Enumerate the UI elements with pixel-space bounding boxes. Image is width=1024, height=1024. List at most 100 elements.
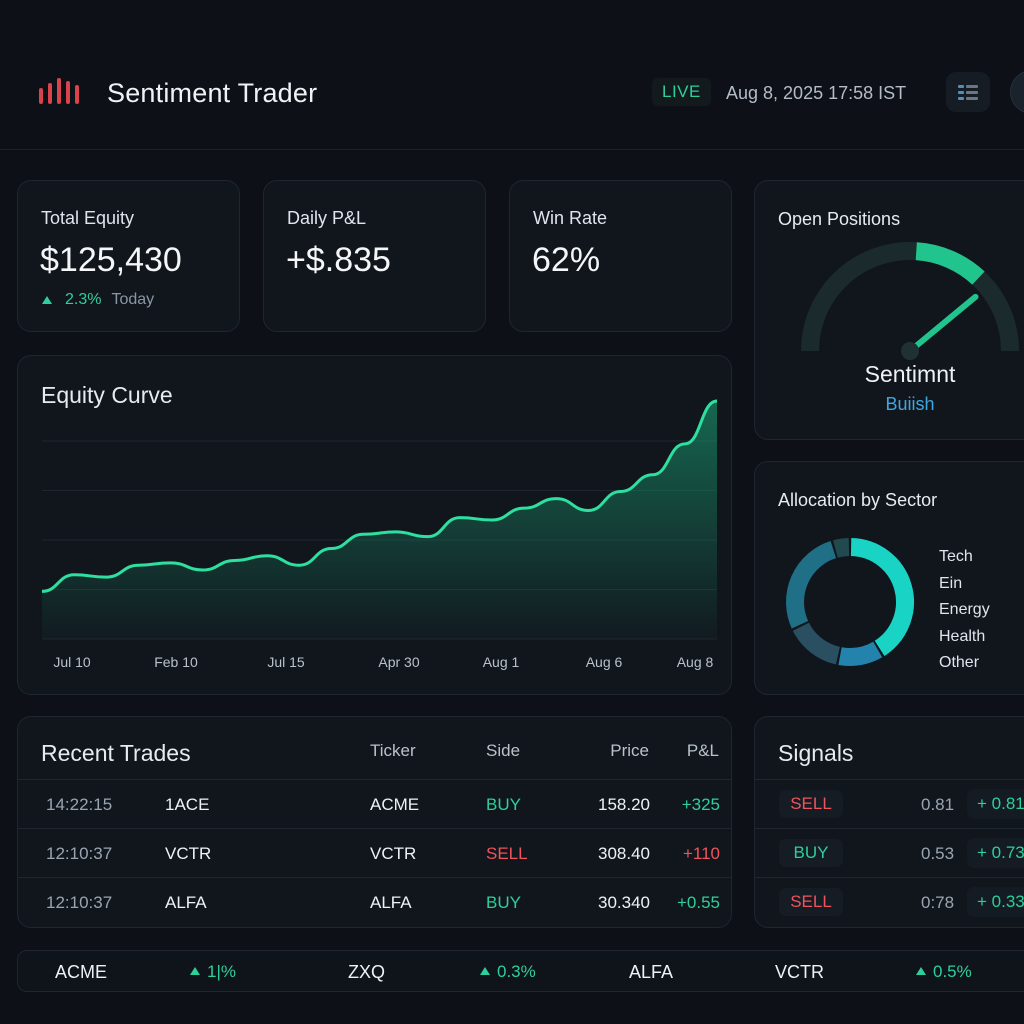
ticker-tape: ACME 1|% ZXQ 0.3% ALFA VCTR 0.5% — [17, 950, 1024, 992]
trade-name: ALFA — [165, 893, 207, 912]
trade-time: 12:10:37 — [46, 844, 113, 863]
table-row[interactable]: 14:22:15 1ACE ACME BUY 158.20 +325 — [18, 779, 732, 828]
donut-slice-ein — [786, 541, 837, 629]
kpi-card-daily-pnl: Daily P&L +$.835 — [263, 180, 486, 332]
kpi-value: 62% — [532, 241, 601, 279]
signal-row[interactable]: SELL 0.81 + 0.81 — [755, 779, 1024, 828]
legend-row: Health13% — [939, 628, 1024, 655]
ticker-symbol[interactable]: VCTR — [775, 962, 824, 983]
trade-side: BUY — [486, 795, 521, 814]
column-header-ticker[interactable]: Ticker — [370, 741, 416, 761]
kpi-change: 2.3% Today — [42, 291, 154, 309]
open-positions-card: Open Positions Sentimnt Buiish — [754, 180, 1024, 440]
trade-pnl: +110 — [682, 844, 720, 863]
live-badge: LIVE — [652, 78, 711, 106]
signal-confidence: + 0.73 — [967, 838, 1024, 868]
allocation-donut — [786, 538, 914, 666]
legend-row: Energy16% — [939, 601, 1024, 628]
trade-side: BUY — [486, 893, 521, 912]
ticker-symbol[interactable]: ACME — [55, 962, 107, 983]
signal-action[interactable]: BUY — [779, 839, 843, 867]
ticker-symbol[interactable]: ZXQ — [348, 962, 385, 983]
ticker-change: 0.5% — [916, 962, 972, 982]
donut-slice-energy — [792, 622, 841, 665]
sentiment-gauge — [801, 242, 1019, 360]
x-tick-label: Apr 30 — [378, 654, 420, 670]
column-header-price[interactable]: Price — [610, 741, 649, 761]
signal-row[interactable]: SELL 0:78 + 0.33 — [755, 877, 1024, 926]
signal-confidence: + 0.81 — [967, 789, 1024, 819]
trade-time: 12:10:37 — [46, 893, 113, 912]
kpi-label: Win Rate — [533, 208, 608, 228]
allocation-card: Allocation by Sector Tech45%Ein30%Energy… — [754, 461, 1024, 695]
trade-side: SELL — [486, 844, 528, 863]
signal-action[interactable]: SELL — [779, 790, 843, 818]
card-title: Open Positions — [778, 209, 901, 229]
x-tick-label: Jul 15 — [267, 654, 305, 670]
ticker-change: 1|% — [190, 962, 236, 982]
legend-label: Ein — [939, 574, 963, 592]
legend-label: Tech — [939, 548, 973, 565]
trade-ticker: ALFA — [370, 893, 412, 912]
gauge-fill — [915, 242, 985, 285]
gauge-label: Sentimnt — [864, 361, 956, 387]
up-triangle-icon — [42, 296, 52, 304]
ticker-symbol[interactable]: ALFA — [629, 962, 673, 983]
menu-button[interactable] — [946, 72, 990, 112]
trade-pnl: +0.55 — [676, 893, 720, 912]
signal-confidence: + 0.33 — [967, 887, 1024, 917]
kpi-label: Daily P&L — [287, 208, 367, 228]
column-header-side[interactable]: Side — [486, 741, 520, 761]
donut-slice-tech — [850, 538, 914, 656]
kpi-card-total-equity: Total Equity $125,430 2.3% Today — [17, 180, 240, 332]
datetime-display: Aug 8, 2025 17:58 IST — [726, 83, 907, 103]
allocation-legend: Tech45%Ein30%Energy16%Health13%Other5% — [939, 548, 1024, 681]
trade-ticker: VCTR — [370, 844, 417, 863]
trade-pnl: +325 — [681, 795, 720, 814]
column-header-pnl[interactable]: P&L — [687, 741, 719, 761]
legend-label: Other — [939, 654, 980, 671]
table-row[interactable]: 12:10:37 VCTR VCTR SELL 308.40 +110 — [18, 828, 732, 877]
change-period: Today — [111, 291, 155, 308]
kpi-label: Total Equity — [41, 208, 135, 228]
app-title: Sentiment Trader — [107, 78, 318, 108]
gauge-value: Buiish — [885, 394, 935, 414]
signal-score: 0:78 — [921, 893, 955, 912]
x-tick-label: Feb 10 — [154, 654, 198, 670]
donut-slice-other — [833, 538, 850, 558]
signal-action[interactable]: SELL — [779, 888, 843, 916]
up-triangle-icon — [190, 967, 200, 975]
trade-name: 1ACE — [165, 795, 210, 814]
gauge-needle — [907, 293, 979, 354]
card-title: Signals — [778, 740, 854, 766]
equity-curve-chart — [41, 399, 718, 640]
up-triangle-icon — [916, 967, 926, 975]
trade-ticker: ACME — [370, 795, 420, 814]
trade-price: 158.20 — [598, 795, 650, 814]
signal-row[interactable]: BUY 0.53 + 0.73 — [755, 828, 1024, 877]
x-tick-label: Aug 1 — [482, 654, 520, 670]
x-tick-label: Jul 10 — [53, 654, 91, 670]
kpi-card-win-rate: Win Rate 62% — [509, 180, 732, 332]
signal-score: 0.53 — [921, 844, 955, 863]
legend-row: Other5% — [939, 654, 1024, 681]
ticker-change-value: 0.5% — [933, 962, 972, 981]
x-tick-label: Aug 8 — [676, 654, 714, 670]
recent-trades-card: Recent Trades Ticker Side Price P&L 14:2… — [17, 716, 732, 928]
table-row[interactable]: 12:10:37 ALFA ALFA BUY 30.340 +0.55 — [18, 877, 732, 926]
kpi-value: +$.835 — [286, 241, 391, 279]
ticker-change: 0.3% — [480, 962, 536, 982]
signals-card: Signals SELL 0.81 + 0.81 BUY 0.53 + 0.73… — [754, 716, 1024, 928]
equity-curve-card: Equity Curve Jul 10 Feb 10 Jul 15 Apr 30 Aug… — [17, 355, 732, 695]
legend-row: Ein30% — [939, 575, 1024, 602]
change-percent: 2.3% — [65, 291, 102, 308]
ticker-change-value: 1|% — [207, 962, 236, 981]
trade-price: 30.340 — [598, 893, 650, 912]
card-title: Recent Trades — [41, 740, 191, 766]
avatar[interactable] — [1010, 70, 1024, 114]
up-triangle-icon — [480, 967, 490, 975]
trade-price: 308.40 — [598, 844, 650, 863]
trade-time: 14:22:15 — [46, 795, 113, 814]
trade-name: VCTR — [165, 844, 212, 863]
ticker-change-value: 0.3% — [497, 962, 536, 981]
